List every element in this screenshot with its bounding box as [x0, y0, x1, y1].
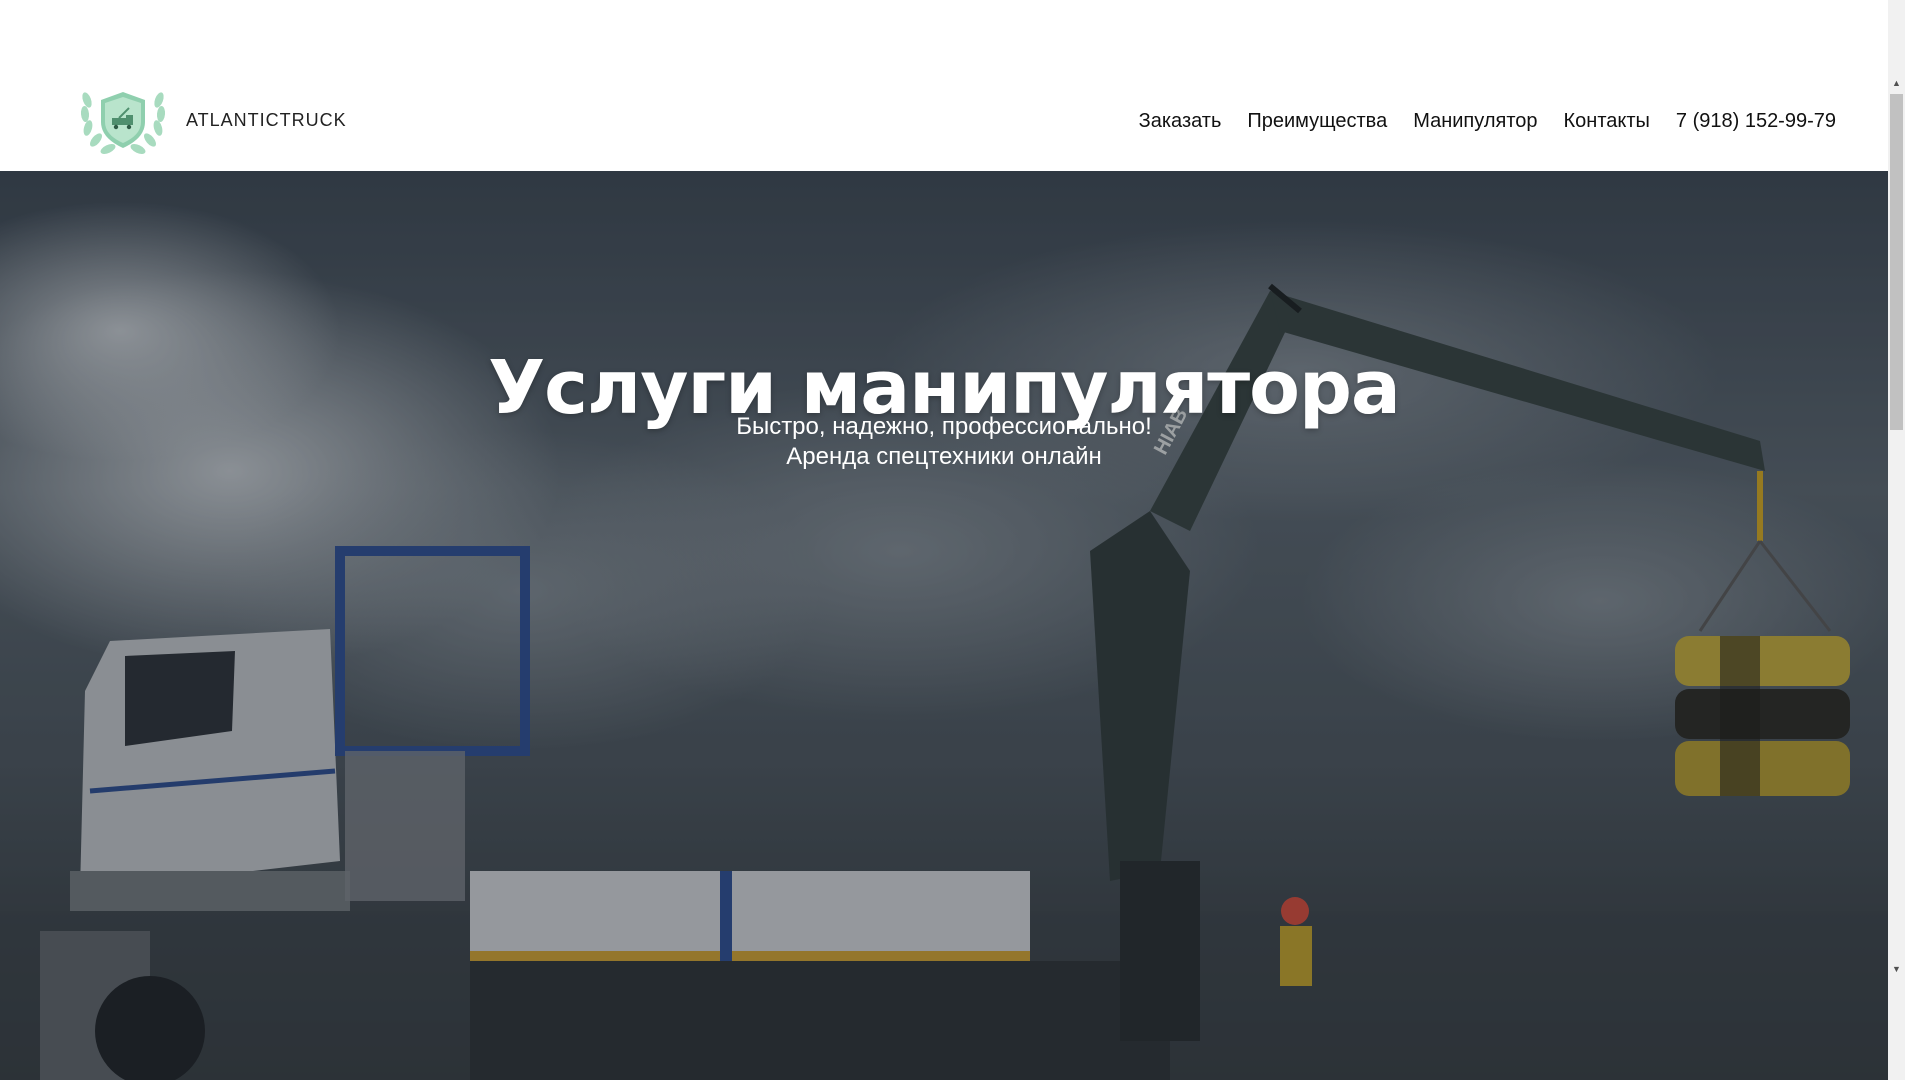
page-scrollbar[interactable]: ▲ ▼	[1888, 0, 1905, 1080]
brand-name: ATLANTICTRUCK	[186, 109, 347, 130]
hero-section: HIAB Услуги манипулятора Быстро, надежно…	[0, 171, 1888, 1080]
logo[interactable]: ATLANTICTRUCK	[77, 80, 347, 160]
nav-phone[interactable]: 7 (918) 152-99-79	[1676, 110, 1836, 133]
nav-order[interactable]: Заказать	[1139, 110, 1222, 133]
arrow-up-icon[interactable]: ▲	[1888, 75, 1905, 92]
nav-manipulator[interactable]: Манипулятор	[1413, 110, 1537, 133]
nav-contacts[interactable]: Контакты	[1564, 110, 1650, 133]
hero-subtitle-line1: Быстро, надежно, профессионально!	[736, 413, 1152, 440]
main-nav: Заказать Преимущества Манипулятор Контак…	[1139, 110, 1836, 133]
hero-subtitle-line2: Аренда спецтехники онлайн	[786, 443, 1102, 470]
laurel-shield-truck-icon	[80, 92, 166, 154]
nav-advantages[interactable]: Преимущества	[1247, 110, 1387, 133]
site-header: ATLANTICTRUCK Заказать Преимущества Мани…	[0, 0, 1888, 171]
arrow-down-icon[interactable]: ▼	[1888, 961, 1905, 978]
hero-subtitle: Быстро, надежно, профессионально! Аренда…	[0, 412, 1888, 472]
hero-overlay	[0, 171, 1888, 1080]
scrollbar-thumb[interactable]	[1890, 94, 1903, 430]
